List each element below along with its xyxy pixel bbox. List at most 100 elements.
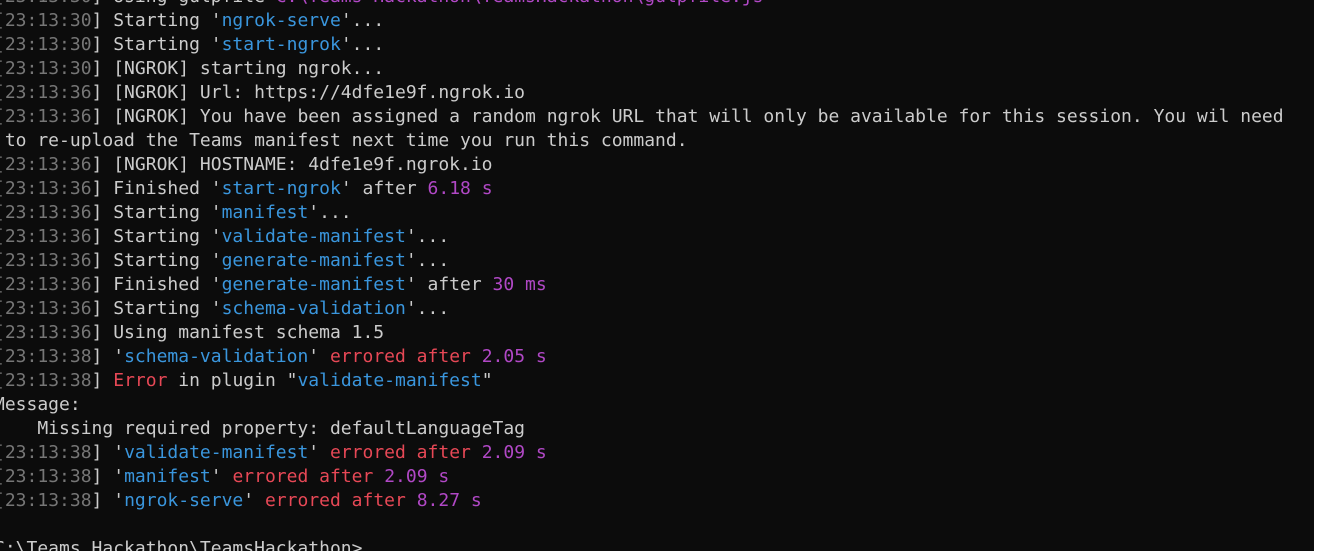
timestamp: 23:13:38 <box>4 442 92 463</box>
error-text: errored after <box>329 442 471 463</box>
terminal-output: [23:13:30] Using gulpfile C:\Teams Hacka… <box>0 0 1284 551</box>
line-text: ' <box>308 346 330 367</box>
timestamp: 23:13:30 <box>4 10 92 31</box>
terminal-line: [23:13:38] Error in plugin "validate-man… <box>0 369 1284 393</box>
terminal-line: [23:13:30] Starting 'start-ngrok'... <box>0 33 1284 57</box>
line-text: ] [NGROK] HOSTNAME: 4dfe1e9f.ngrok.io <box>91 154 493 175</box>
terminal-line: [23:13:36] Finished 'start-ngrok' after … <box>0 177 1284 201</box>
task-name: schema-validation <box>221 298 406 319</box>
line-text <box>471 442 482 463</box>
line-text: ] Starting ' <box>91 34 222 55</box>
terminal-line: [23:13:38] 'schema-validation' errored a… <box>0 345 1284 369</box>
line-text: ] Starting ' <box>91 202 222 223</box>
task-name: schema-validation <box>124 346 309 367</box>
line-text: ' <box>210 466 233 487</box>
terminal-line: [23:13:36] [NGROK] You have been assigne… <box>0 105 1284 129</box>
timestamp: 23:13:36 <box>4 250 92 271</box>
line-text: '... <box>308 202 352 223</box>
line-text: C:\Teams Hackathon\TeamsHackathon\gulpfi… <box>276 0 764 7</box>
terminal-line: [23:13:36] Starting 'manifest'... <box>0 201 1284 225</box>
line-text: '... <box>405 226 450 247</box>
line-text: ] Finished ' <box>91 178 222 199</box>
task-name: generate-manifest <box>221 250 406 271</box>
duration: 6.18 s <box>427 178 493 199</box>
line-text <box>471 346 482 367</box>
terminal-line: [23:13:38] 'ngrok-serve' errored after 8… <box>0 489 1284 513</box>
terminal-line: [23:13:36] [NGROK] HOSTNAME: 4dfe1e9f.ng… <box>0 153 1284 177</box>
line-text: ] Starting ' <box>91 250 222 271</box>
line-text: ] <box>91 370 114 391</box>
line-text: to re-upload the Teams manifest next tim… <box>0 130 688 151</box>
timestamp: 23:13:36 <box>4 202 92 223</box>
line-text: ' <box>243 490 265 511</box>
terminal-line: [23:13:38] 'validate-manifest' errored a… <box>0 441 1284 465</box>
timestamp: 23:13:38 <box>4 466 92 487</box>
error-text: Error <box>113 370 168 391</box>
duration: 2.09 s <box>481 442 547 463</box>
line-text: ' after <box>340 178 428 199</box>
timestamp: 23:13:36 <box>4 178 92 199</box>
task-name: ngrok-serve <box>221 10 341 31</box>
line-text: ] Using gulpfile <box>92 0 276 7</box>
terminal-line: to re-upload the Teams manifest next tim… <box>0 129 1284 153</box>
duration: 2.09 s <box>384 466 450 487</box>
line-text: C:\Teams Hackathon\TeamsHackathon> <box>0 538 363 551</box>
line-text: '... <box>405 250 450 271</box>
line-text: ' <box>308 442 330 463</box>
terminal-line: [23:13:38] 'manifest' errored after 2.09… <box>0 465 1284 489</box>
task-name: validate-manifest <box>124 442 309 463</box>
line-text: " <box>481 370 493 391</box>
terminal-line: [23:13:36] Using manifest schema 1.5 <box>0 321 1284 345</box>
timestamp: 23:13:36 <box>4 82 92 103</box>
line-text <box>373 466 384 487</box>
terminal-line: [23:13:36] Starting 'generate-manifest'.… <box>0 249 1284 273</box>
terminal-line: [23:13:30] Starting 'ngrok-serve'... <box>0 9 1284 33</box>
line-text: Missing required property: defaultLangua… <box>0 418 526 439</box>
terminal-line: Message: <box>0 393 1284 417</box>
line-text: in plugin " <box>167 370 298 391</box>
task-name: start-ngrok <box>221 34 341 55</box>
timestamp: 23:13:36 <box>4 298 92 319</box>
terminal-line: [23:13:30] [NGROK] starting ngrok... <box>0 57 1284 81</box>
error-text: errored after <box>232 466 374 487</box>
task-name: manifest <box>124 466 211 487</box>
line-text: ] Starting ' <box>91 298 222 319</box>
task-name: validate-manifest <box>221 226 406 247</box>
line-text: '... <box>340 34 385 55</box>
terminal-line: [23:13:30] Using gulpfile C:\Teams Hacka… <box>0 0 1284 9</box>
timestamp: 23:13:30 <box>4 34 92 55</box>
terminal-line: [23:13:36] Starting 'schema-validation'.… <box>0 297 1284 321</box>
timestamp: 23:13:30 <box>5 0 92 7</box>
task-name: manifest <box>221 202 309 223</box>
terminal-line: Missing required property: defaultLangua… <box>0 417 1284 441</box>
line-text: ] Finished ' <box>91 274 222 295</box>
line-text: ] [NGROK] Url: https://4dfe1e9f.ngrok.io <box>91 82 526 103</box>
task-name: validate-manifest <box>297 370 482 391</box>
terminal-line: [23:13:36] Starting 'validate-manifest'.… <box>0 225 1284 249</box>
timestamp: 23:13:38 <box>4 370 92 391</box>
line-text: ] [NGROK] You have been assigned a rando… <box>91 106 1284 127</box>
error-text: errored after <box>264 490 406 511</box>
duration: 2.05 s <box>481 346 547 367</box>
terminal-line: [23:13:36] [NGROK] Url: https://4dfe1e9f… <box>0 81 1284 105</box>
terminal-window[interactable]: [23:13:30] Using gulpfile C:\Teams Hacka… <box>0 0 1314 551</box>
timestamp: 23:13:36 <box>4 154 92 175</box>
line-text <box>406 490 417 511</box>
task-name: ngrok-serve <box>124 490 244 511</box>
timestamp: 23:13:36 <box>4 226 92 247</box>
line-text: ] Using manifest schema 1.5 <box>91 322 385 343</box>
timestamp: 23:13:38 <box>4 490 92 511</box>
task-name: generate-manifest <box>221 274 406 295</box>
line-text: ] ' <box>91 346 125 367</box>
scrollbar[interactable] <box>1314 0 1332 551</box>
task-name: start-ngrok <box>221 178 341 199</box>
duration: 8.27 s <box>416 490 482 511</box>
line-text: ] ' <box>91 442 125 463</box>
timestamp: 23:13:36 <box>4 322 92 343</box>
line-text: '... <box>405 298 450 319</box>
timestamp: 23:13:38 <box>4 346 92 367</box>
line-text: ] Starting ' <box>91 10 222 31</box>
line-text: Message: <box>0 394 81 415</box>
line-text: '... <box>340 10 385 31</box>
